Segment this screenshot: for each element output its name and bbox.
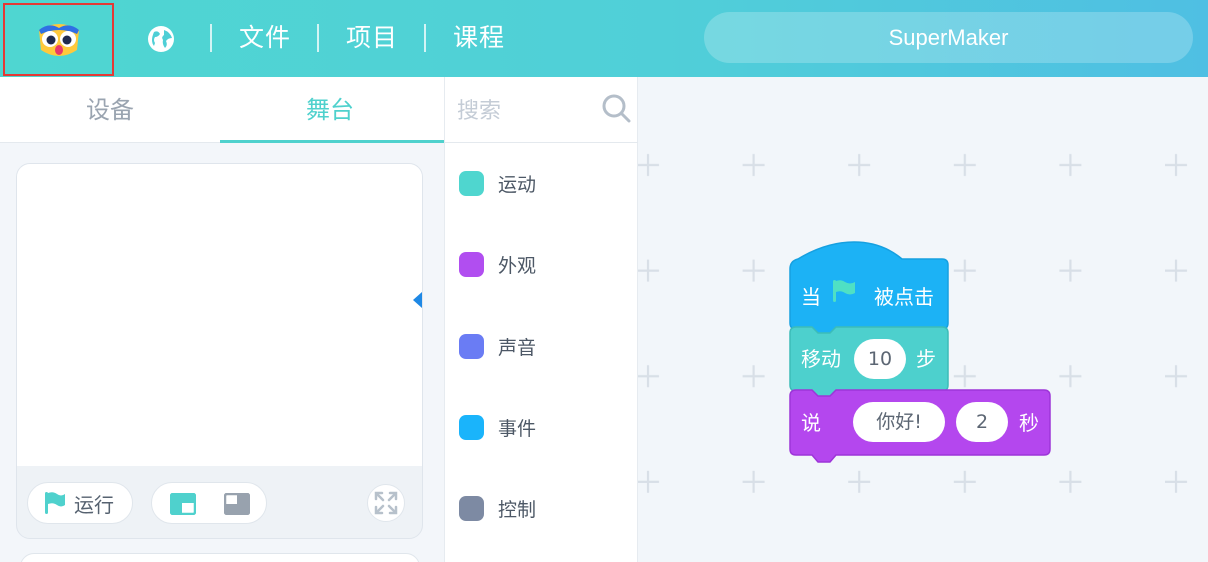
category-color-swatch xyxy=(459,333,484,359)
panel-tabs: 设备 舞台 xyxy=(0,77,444,143)
left-panel: 设备 舞台 运行 xyxy=(0,77,445,562)
search-icon[interactable] xyxy=(601,93,631,123)
search-input[interactable]: 搜索 xyxy=(457,93,501,125)
fullscreen-icon xyxy=(374,491,398,515)
category-color-swatch xyxy=(459,251,484,277)
green-flag-icon xyxy=(45,492,65,514)
run-label: 运行 xyxy=(74,492,114,517)
top-bar: 文件 项目 课程 SuperMaker xyxy=(0,0,1208,77)
say-label: 说 xyxy=(801,411,821,435)
category-sound[interactable]: 声音 xyxy=(459,331,536,361)
menu-separator xyxy=(424,24,426,52)
hat-suffix-label: 被点击 xyxy=(874,285,934,309)
stage-card: 运行 xyxy=(16,163,423,539)
menu-project[interactable]: 项目 xyxy=(346,20,398,56)
category-color-swatch xyxy=(459,170,484,196)
logo-button[interactable] xyxy=(3,3,114,76)
tab-stage[interactable]: 舞台 xyxy=(220,77,440,143)
category-label: 外观 xyxy=(498,254,537,277)
category-motion[interactable]: 运动 xyxy=(459,168,536,198)
stage-layout-toggle xyxy=(151,482,267,524)
category-label: 事件 xyxy=(498,417,537,440)
sprite-list-card xyxy=(20,553,420,562)
move-unit-label: 步 xyxy=(916,347,936,371)
layout-large-stage-icon[interactable] xyxy=(224,493,250,515)
search-box[interactable]: 搜索 xyxy=(445,77,638,143)
user-account-button[interactable]: SuperMaker xyxy=(704,12,1193,63)
category-color-swatch xyxy=(459,414,484,440)
category-label: 控制 xyxy=(498,498,537,521)
active-tab-indicator xyxy=(220,140,444,143)
menu-file[interactable]: 文件 xyxy=(239,20,291,56)
category-events[interactable]: 事件 xyxy=(459,412,536,442)
fullscreen-button[interactable] xyxy=(367,484,405,522)
move-steps-input[interactable]: 10 xyxy=(854,339,906,379)
layout-small-stage-icon[interactable] xyxy=(170,493,196,515)
owl-logo-icon xyxy=(38,23,79,56)
block-category-panel: 搜索 运动 外观 声音 事件 控制 xyxy=(445,77,638,562)
menu-separator xyxy=(210,24,212,52)
menu-separator xyxy=(317,24,319,52)
stage-canvas[interactable] xyxy=(17,164,422,466)
globe-icon[interactable] xyxy=(146,24,176,54)
tab-device[interactable]: 设备 xyxy=(0,77,220,143)
category-label: 声音 xyxy=(498,336,537,359)
category-label: 运动 xyxy=(498,173,537,196)
category-color-swatch xyxy=(459,495,484,521)
hat-prefix-label: 当 xyxy=(801,285,821,309)
say-seconds-input[interactable]: 2 xyxy=(956,402,1008,442)
run-button[interactable]: 运行 xyxy=(27,482,133,524)
sprite-edge-icon[interactable] xyxy=(413,292,422,308)
move-label: 移动 xyxy=(801,347,841,371)
say-text-input[interactable]: 你好! xyxy=(853,402,945,442)
say-unit-label: 秒 xyxy=(1019,411,1039,435)
menu-course[interactable]: 课程 xyxy=(453,20,505,56)
category-control[interactable]: 控制 xyxy=(459,493,536,523)
code-workspace[interactable]: 当 被点击 移动 10 步 说 你好! 2 秒 xyxy=(638,77,1208,562)
category-looks[interactable]: 外观 xyxy=(459,249,536,279)
